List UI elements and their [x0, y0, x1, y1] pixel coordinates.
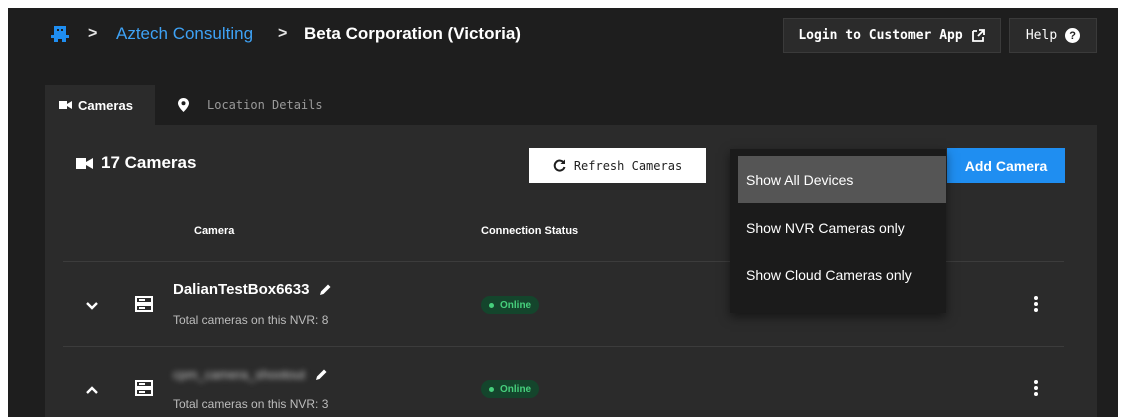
pencil-icon[interactable] [315, 368, 328, 381]
breadcrumb-current: Beta Corporation (Victoria) [304, 24, 521, 43]
question-circle-icon: ? [1065, 28, 1081, 43]
status-badge: Online [481, 296, 540, 314]
breadcrumb-separator: > [278, 25, 288, 42]
help-button[interactable]: Help ? [1009, 18, 1097, 53]
menu-item-label: Show Cloud Cameras only [746, 266, 912, 283]
breadcrumb-separator: > [88, 25, 98, 42]
kebab-menu-icon[interactable] [1033, 380, 1039, 396]
nvr-camera-total: Total cameras on this NVR: 8 [173, 313, 329, 327]
nvr-device-icon [135, 296, 153, 312]
chevron-down-icon[interactable] [85, 299, 99, 313]
tab-cameras-label: Cameras [78, 97, 133, 113]
camera-count-heading: 17 Cameras [76, 153, 196, 173]
login-label: Login to Customer App [798, 28, 963, 43]
external-link-icon [971, 29, 985, 42]
login-customer-app-button[interactable]: Login to Customer App [783, 18, 1001, 53]
menu-item-show-all-devices[interactable]: Show All Devices [738, 156, 946, 203]
camera-name-text: DalianTestBox6633 [173, 281, 310, 298]
status-dot-icon [489, 302, 494, 308]
chevron-up-icon[interactable] [85, 383, 99, 397]
map-pin-icon [178, 98, 189, 112]
status-label: Online [500, 299, 532, 311]
video-camera-icon [59, 101, 72, 109]
status-dot-icon [489, 386, 494, 392]
top-bar: > Aztech Consulting > Beta Corporation (… [8, 8, 1118, 68]
nvr-camera-total: Total cameras on this NVR: 3 [173, 397, 329, 411]
refresh-cameras-button[interactable]: Refresh Cameras [529, 148, 706, 183]
column-header-camera[interactable]: Camera [194, 225, 234, 237]
menu-item-label: Show NVR Cameras only [746, 219, 905, 236]
add-camera-button[interactable]: Add Camera [947, 148, 1065, 183]
add-camera-label: Add Camera [964, 157, 1048, 174]
status-label: Online [500, 383, 532, 395]
refresh-icon [553, 159, 566, 172]
camera-name: cpm_camera_shootout [173, 367, 328, 382]
help-label: Help [1025, 28, 1058, 43]
kebab-menu-icon[interactable] [1033, 296, 1039, 312]
pencil-icon[interactable] [319, 283, 332, 296]
device-filter-dropdown: Show All Devices Show NVR Cameras only S… [730, 149, 946, 313]
menu-item-label: Show All Devices [746, 171, 854, 188]
breadcrumb-org-link[interactable]: Aztech Consulting [116, 24, 253, 44]
table-row: cpm_camera_shootout Total cameras on thi… [63, 346, 1064, 417]
camera-name: DalianTestBox6633 [173, 281, 332, 298]
video-camera-icon [76, 157, 93, 169]
menu-item-show-nvr-cameras[interactable]: Show NVR Cameras only [738, 204, 946, 251]
refresh-label: Refresh Cameras [573, 158, 683, 173]
tab-location-label: Location Details [207, 98, 323, 112]
camera-name-text: cpm_camera_shootout [173, 367, 306, 382]
status-badge: Online [481, 380, 540, 398]
tab-cameras[interactable]: Cameras [45, 85, 155, 125]
tab-location-details[interactable]: Location Details [168, 85, 323, 125]
camera-count-label: 17 Cameras [101, 153, 197, 172]
menu-item-show-cloud-cameras[interactable]: Show Cloud Cameras only [738, 251, 946, 298]
building-logo-icon[interactable] [51, 25, 69, 43]
app-frame: > Aztech Consulting > Beta Corporation (… [8, 8, 1118, 417]
column-header-connection-status[interactable]: Connection Status [481, 225, 578, 237]
nvr-device-icon [135, 380, 153, 396]
